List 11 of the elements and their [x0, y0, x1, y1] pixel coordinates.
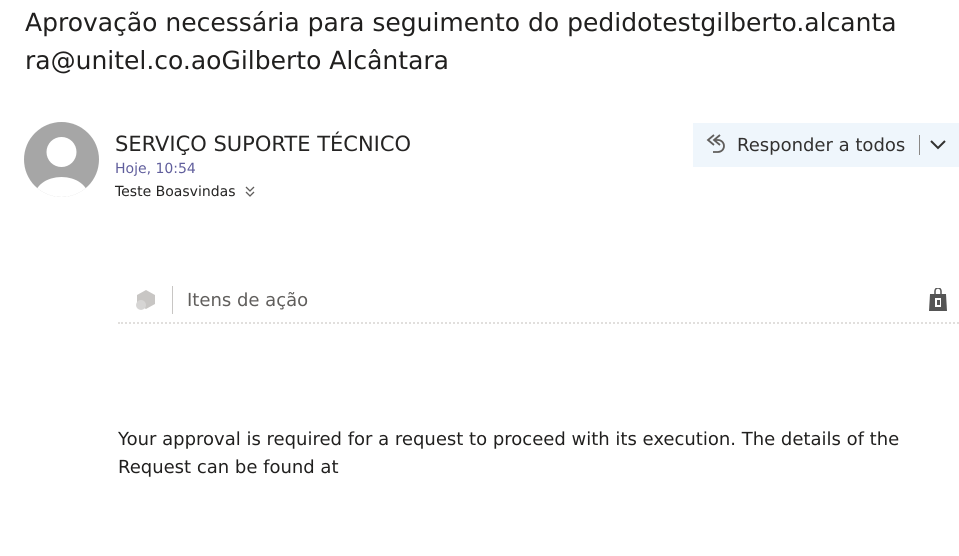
action-items-label: Itens de ação [187, 290, 308, 310]
shopping-bag-icon[interactable] [929, 288, 947, 312]
chevron-down-icon [930, 140, 946, 150]
email-subject: Aprovação necessária para seguimento do pedidotestgilberto.alcantara@unitel.co.aoGilberto Alcântara [25, 7, 898, 77]
recipient-name[interactable]: Teste Boasvindas [115, 184, 236, 200]
sent-time: Hoje, 10:54 [115, 160, 197, 179]
expand-icon[interactable] [245, 186, 256, 198]
reply-all-button[interactable]: Responder a todos [693, 123, 959, 167]
sender-name[interactable]: SERVIÇO SUPORTE TÉCNICO [115, 130, 412, 158]
email-body-text: Your approval is required for a request to proceed with its execution. The details of the Request can be found at [118, 428, 900, 480]
cube-icon [134, 288, 158, 312]
